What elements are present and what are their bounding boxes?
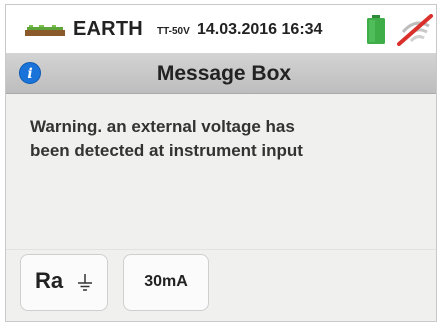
message-line-2: been detected at instrument input xyxy=(30,141,303,160)
earth-ground-icon xyxy=(25,25,65,36)
instrument-screen: EARTH TT-50V 14.03.2016 16:34 i Message … xyxy=(5,4,437,322)
mode-label: EARTH xyxy=(73,18,143,40)
datetime: 14.03.2016 16:34 xyxy=(197,21,323,38)
battery-icon xyxy=(367,15,385,44)
content-divider xyxy=(6,249,436,250)
ra-softkey[interactable]: Ra xyxy=(20,254,108,311)
mode-sub-label: TT-50V xyxy=(157,26,190,37)
ra-label: Ra xyxy=(35,268,64,293)
wireless-disabled-icon xyxy=(397,14,433,46)
dialog-titlebar: i Message Box xyxy=(6,54,436,94)
current-label: 30mA xyxy=(144,273,188,290)
message-line-1: Warning. an external voltage has xyxy=(30,117,295,136)
status-bar: EARTH TT-50V 14.03.2016 16:34 xyxy=(6,5,436,54)
dialog-message: Warning. an external voltage has been de… xyxy=(30,115,390,163)
dialog-title: Message Box xyxy=(156,62,292,85)
current-30ma-softkey[interactable]: 30mA xyxy=(123,254,209,311)
ground-symbol-icon xyxy=(78,274,92,291)
